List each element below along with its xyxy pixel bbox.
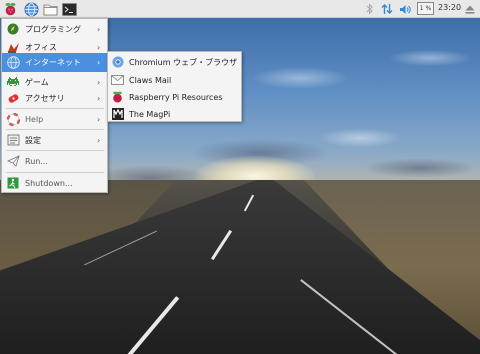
bluetooth-icon[interactable] [364,2,374,16]
chevron-right-icon: › [97,114,101,124]
menu-item-internet[interactable]: インターネット › [2,53,107,72]
submenu-item-chromium[interactable]: Chromium ウェブ・ブラウザ [108,53,241,71]
menu-item-shutdown[interactable]: Shutdown... [2,174,107,192]
help-lifebuoy-icon [6,112,20,126]
top-panel: 1 % 23:20 [0,0,480,18]
programming-icon [6,22,20,36]
chevron-right-icon: › [97,58,101,67]
chevron-right-icon: › [97,93,101,103]
office-icon [6,40,20,54]
clock[interactable]: 23:20 [438,3,461,12]
volume-icon[interactable] [398,2,412,16]
submenu-item-the-magpi[interactable]: The MagPi [108,105,241,123]
network-icon[interactable] [380,2,394,16]
chevron-right-icon: › [97,24,101,34]
menu-separator [6,108,104,109]
shutdown-exit-icon [6,176,20,190]
file-manager-icon[interactable] [42,1,58,17]
mail-icon [111,74,124,87]
menu-separator [6,172,104,173]
run-paper-plane-icon [6,154,20,168]
games-invader-icon [6,75,20,89]
applications-menu: プログラミング › オフィス › インターネット › ゲーム › アクセサリ ›… [1,18,108,193]
accessories-knife-icon [6,91,20,105]
chevron-right-icon: › [97,77,101,87]
internet-submenu: Chromium ウェブ・ブラウザ Claws Mail Raspberry P… [107,51,242,122]
chevron-right-icon: › [97,135,101,145]
terminal-icon[interactable] [61,1,77,17]
web-browser-icon[interactable] [23,1,39,17]
cpu-usage-monitor[interactable]: 1 % [417,2,434,15]
menu-item-programming[interactable]: プログラミング › [2,20,107,38]
chevron-right-icon: › [97,42,101,52]
menu-separator [6,150,104,151]
menu-item-preferences[interactable]: 設定 › [2,131,107,149]
chromium-icon [111,56,124,69]
raspberry-icon [111,91,124,104]
submenu-item-raspberry-pi-resources[interactable]: Raspberry Pi Resources [108,88,241,106]
magpi-icon [111,108,124,121]
preferences-icon [6,133,20,147]
menu-separator [6,129,104,130]
eject-icon[interactable] [464,2,476,16]
raspberry-menu-icon[interactable] [2,1,18,17]
menu-item-help[interactable]: Help › [2,110,107,128]
menu-item-run[interactable]: Run... [2,152,107,170]
submenu-item-claws-mail[interactable]: Claws Mail [108,71,241,89]
internet-globe-icon [6,56,20,70]
menu-item-accessories[interactable]: アクセサリ › [2,89,107,107]
